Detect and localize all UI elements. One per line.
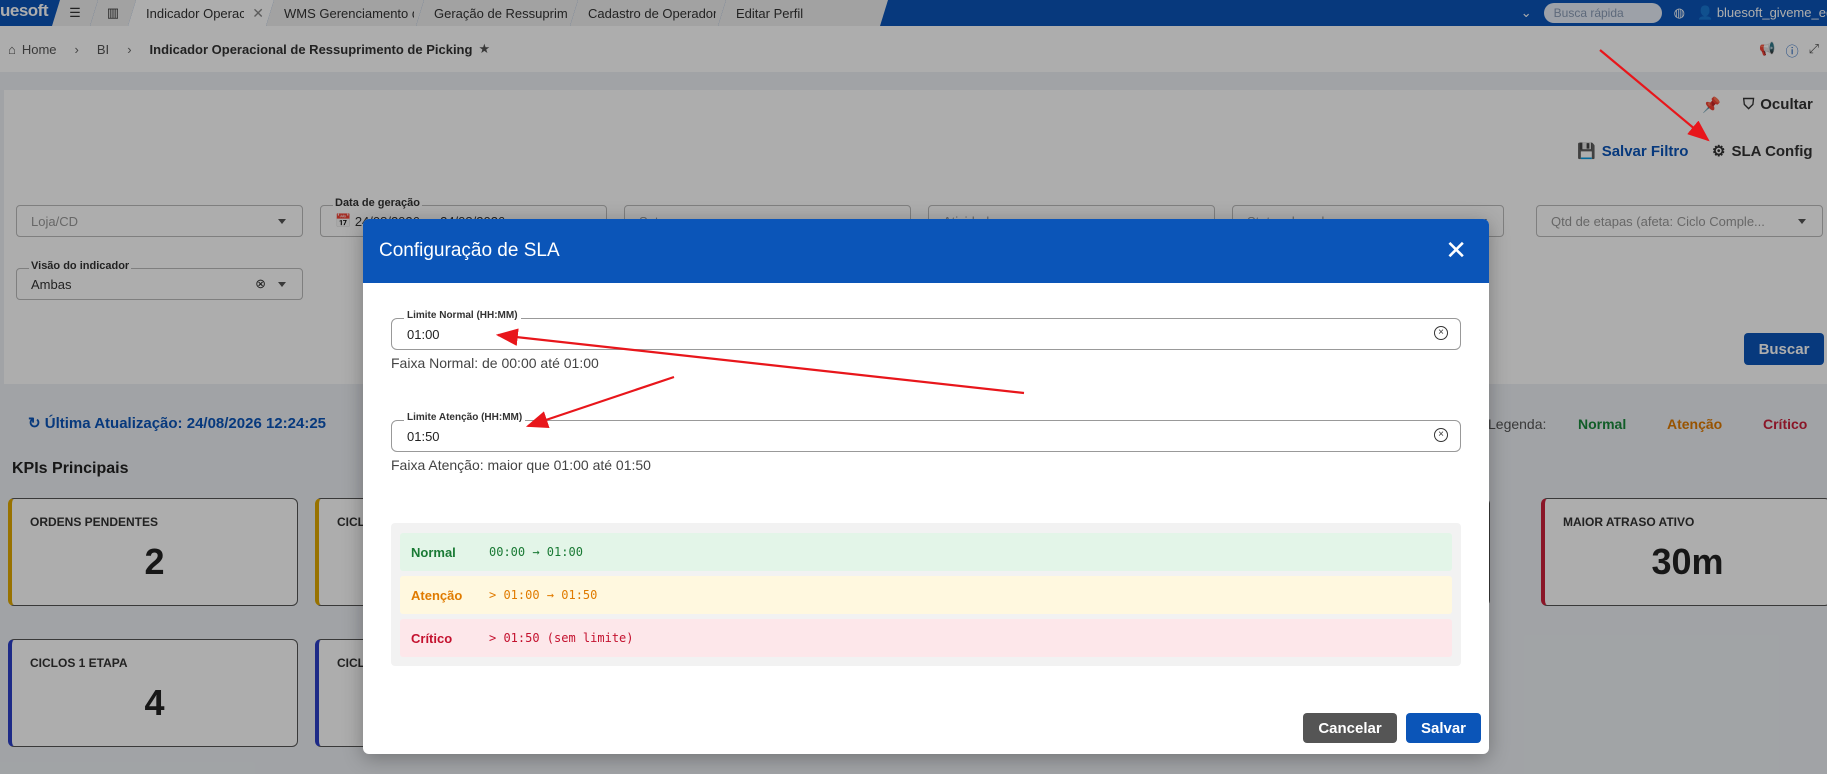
normal-help-text: Faixa Normal: de 00:00 até 01:00 xyxy=(391,355,599,371)
summary-row-critico: Crítico > 01:50 (sem limite) xyxy=(400,619,1452,657)
dialog-header: Configuração de SLA ✕ xyxy=(363,219,1489,283)
limite-atencao-input[interactable]: Limite Atenção (HH:MM) 01:50 × xyxy=(391,412,1461,452)
sla-summary: Normal 00:00 → 01:00 Atenção > 01:00 → 01:… xyxy=(391,523,1461,666)
clear-icon[interactable]: × xyxy=(1434,326,1448,340)
dialog-title: Configuração de SLA xyxy=(379,240,560,261)
sla-config-dialog: Configuração de SLA ✕ Limite Normal (HH:… xyxy=(363,219,1489,754)
save-button[interactable]: Salvar xyxy=(1406,713,1481,743)
limite-normal-input[interactable]: Limite Normal (HH:MM) 01:00 × xyxy=(391,310,1461,350)
close-icon[interactable]: ✕ xyxy=(1445,237,1467,263)
atencao-help-text: Faixa Atenção: maior que 01:00 até 01:50 xyxy=(391,457,651,473)
summary-row-atencao: Atenção > 01:00 → 01:50 xyxy=(400,576,1452,614)
clear-icon[interactable]: × xyxy=(1434,428,1448,442)
summary-row-normal: Normal 00:00 → 01:00 xyxy=(400,533,1452,571)
cancel-button[interactable]: Cancelar xyxy=(1303,713,1397,743)
